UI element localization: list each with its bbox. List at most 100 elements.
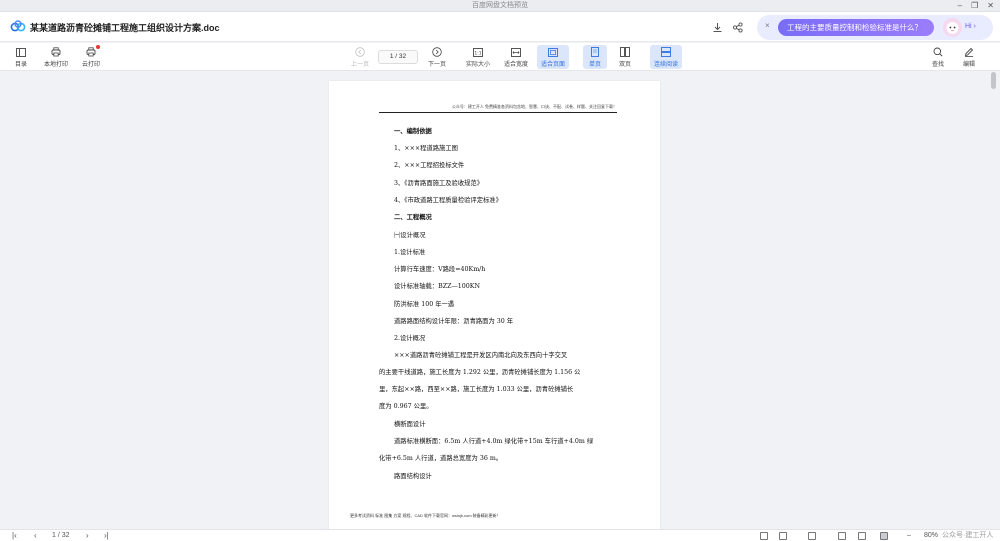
double-page-label: 双页 xyxy=(618,62,631,68)
doc-line: 1.设计标准 xyxy=(394,249,426,256)
next-page-icon[interactable]: › xyxy=(86,531,89,541)
local-print-button[interactable]: 本地打印 xyxy=(41,45,71,69)
last-page-icon[interactable]: ›| xyxy=(104,531,109,541)
ai-assistant-bar: × 工程的主要质量控制和检验标准是什么？ Hi › xyxy=(757,15,993,40)
search-button[interactable]: 查找 xyxy=(930,45,946,69)
zoom-out-icon[interactable]: – xyxy=(907,531,911,541)
fit-page-button[interactable]: 适合页面 xyxy=(537,45,569,69)
download-icon[interactable] xyxy=(710,20,724,34)
doc-line: 的主要干线道路，施工长度为 1.292 公里，沥青砼摊铺长度为 1.156 公 xyxy=(379,369,581,376)
edit-label: 编辑 xyxy=(962,62,975,68)
doc-line: 化带+6.5m 人行道，道路总宽度为 36 m。 xyxy=(379,455,503,462)
vertical-scrollbar[interactable] xyxy=(989,71,1000,529)
prev-page-icon[interactable]: ‹ xyxy=(34,531,37,541)
prev-page-label: 上一页 xyxy=(350,62,369,68)
cloud-print-label: 云打印 xyxy=(81,62,100,68)
first-page-icon[interactable]: |‹ xyxy=(12,531,17,541)
chevron-right-icon xyxy=(432,47,442,57)
ai-close-button[interactable]: × xyxy=(765,21,770,30)
status-bar: |‹ ‹ 1 / 32 › ›| – 80% 公众号·建工开人 xyxy=(0,529,1000,541)
page-footer-text: 更多考试资料 标准 图集 方案 规程、CAD 软件下载官网：wsinjk.com… xyxy=(350,513,501,518)
doc-line: 防洪标准 100 年一遇 xyxy=(394,301,455,308)
single-page-button[interactable]: 单页 xyxy=(583,45,607,69)
svg-text:1:1: 1:1 xyxy=(474,50,481,56)
toc-label: 目录 xyxy=(14,62,27,68)
window-title-bar: 百度网盘文档预览 – ❐ ✕ xyxy=(0,0,1000,12)
actual-size-button[interactable]: 1:1 实际大小 xyxy=(463,45,493,69)
doc-line: 里，东起××路，西至××路，施工长度为 1.033 公里，沥青砼摊铺长 xyxy=(379,386,574,393)
ai-suggested-question[interactable]: 工程的主要质量控制和检验标准是什么？ xyxy=(778,19,934,36)
search-icon xyxy=(933,47,943,57)
doc-line: 2、×××工程招投标文件 xyxy=(394,162,465,169)
minimize-button[interactable]: – xyxy=(958,0,962,12)
doc-line: 4、《市政道路工程质量检验评定标准》 xyxy=(394,197,502,204)
doc-line: 2.设计概况 xyxy=(394,335,426,342)
double-page-button[interactable]: 双页 xyxy=(614,45,636,69)
fit-width-icon xyxy=(511,47,521,57)
window-title: 百度网盘文档预览 xyxy=(472,2,528,9)
document-title: 某某道路沥青砼摊铺工程施工组织设计方案.doc xyxy=(30,23,220,33)
doc-heading: 二、工程概况 xyxy=(394,214,432,221)
window-controls: – ❐ ✕ xyxy=(958,0,994,12)
doc-heading: 一、编制依据 xyxy=(394,128,432,135)
zoom-level[interactable]: 80% xyxy=(924,531,938,541)
doc-line: 路面结构设计 xyxy=(394,473,432,480)
doc-line: 计算行车速度：V路段=40Km/h xyxy=(394,266,486,273)
notification-badge xyxy=(96,45,100,49)
fit-page-icon xyxy=(548,47,558,57)
restore-button[interactable]: ❐ xyxy=(971,0,978,12)
toolbar: 目录 本地打印 云打印 上一页 1 / 32 下一页 1:1 实际大小 适合宽度… xyxy=(0,43,1000,71)
prev-page-button[interactable]: 上一页 xyxy=(347,45,373,69)
doc-line: 设计标准轴载：BZZ—100KN xyxy=(394,283,480,290)
status-page-indicator[interactable]: 1 / 32 xyxy=(52,531,70,541)
fit-width-view-icon[interactable] xyxy=(858,532,866,540)
pencil-icon xyxy=(964,47,974,57)
fit-page-view-icon[interactable] xyxy=(880,532,888,540)
local-print-label: 本地打印 xyxy=(43,62,68,68)
cloud-print-button[interactable]: 云打印 xyxy=(80,45,102,69)
print-icon xyxy=(51,47,61,57)
doc-line: 度为 0.967 公里。 xyxy=(379,403,433,410)
watermark-text: 公众号·建工开人 xyxy=(942,532,994,539)
doc-line: 道路路面结构设计年限：沥青路面为 30 年 xyxy=(394,318,514,325)
double-page-icon xyxy=(620,47,630,57)
continuous-view-icon[interactable] xyxy=(808,532,816,540)
toc-icon xyxy=(16,47,26,57)
doc-line: ㈠设计概况 xyxy=(394,232,426,239)
actual-size-label: 实际大小 xyxy=(465,62,490,68)
doc-line: 3、《沥青路面施工及验收规范》 xyxy=(394,180,484,187)
doc-line: 道路标准横断面：6.5m 人行道+4.0m 绿化带+15m 车行道+4.0m 绿 xyxy=(394,438,594,445)
actual-size-icon: 1:1 xyxy=(473,47,483,57)
single-page-label: 单页 xyxy=(588,62,601,68)
fit-page-label: 适合页面 xyxy=(540,62,565,68)
next-page-label: 下一页 xyxy=(427,62,446,68)
continuous-read-button[interactable]: 连续阅读 xyxy=(650,45,682,69)
single-page-view-icon[interactable] xyxy=(760,532,768,540)
scrollbar-thumb[interactable] xyxy=(991,72,996,89)
double-page-view-icon[interactable] xyxy=(779,532,787,540)
app-header: 某某道路沥青砼摊铺工程施工组织设计方案.doc × 工程的主要质量控制和检验标准… xyxy=(0,12,1000,42)
page-indicator[interactable]: 1 / 32 xyxy=(378,50,418,64)
actual-size-view-icon[interactable] xyxy=(838,532,846,540)
close-window-button[interactable]: ✕ xyxy=(987,0,994,12)
baidu-netdisk-logo-icon xyxy=(10,20,26,32)
doc-line: ×××道路沥青砼摊铺工程是开发区内南北向及东西向十字交叉 xyxy=(394,352,568,359)
single-page-icon xyxy=(590,47,600,57)
edit-button[interactable]: 编辑 xyxy=(961,45,977,69)
continuous-read-label: 连续阅读 xyxy=(653,62,678,68)
doc-line: 1、×××程道路施工图 xyxy=(394,145,458,152)
search-label: 查找 xyxy=(931,62,944,68)
ai-bot-avatar-icon[interactable] xyxy=(943,18,962,37)
cloud-print-icon xyxy=(86,45,100,57)
continuous-read-icon xyxy=(661,47,671,57)
chevron-left-icon xyxy=(355,47,365,57)
doc-line: 横断面设计 xyxy=(394,421,426,428)
page-header-text: 公众号：建工开人 免费精准各资料包含地、智慧、口诀、不配、试卷、样题、关注回复下… xyxy=(379,104,617,113)
fit-width-label: 适合宽度 xyxy=(503,62,528,68)
next-page-button[interactable]: 下一页 xyxy=(424,45,450,69)
share-icon[interactable] xyxy=(730,20,744,34)
document-page: 公众号：建工开人 免费精准各资料包含地、智慧、口诀、不配、试卷、样题、关注回复下… xyxy=(329,81,660,531)
fit-width-button[interactable]: 适合宽度 xyxy=(501,45,531,69)
ai-hi-label[interactable]: Hi › xyxy=(965,23,976,30)
toc-button[interactable]: 目录 xyxy=(12,45,30,69)
